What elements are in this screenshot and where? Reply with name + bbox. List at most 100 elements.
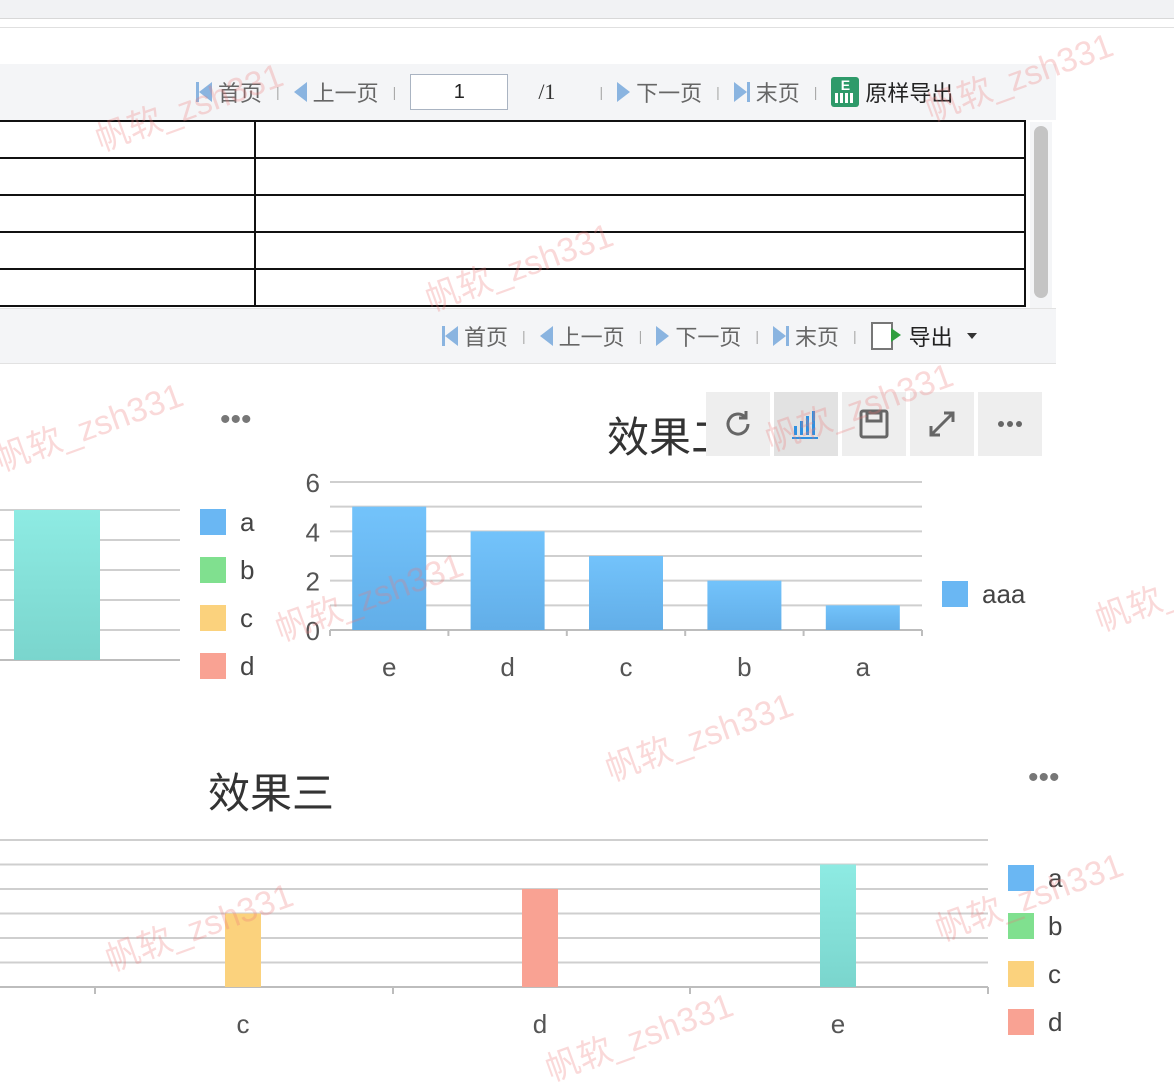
legend-swatch bbox=[200, 653, 226, 679]
save-icon bbox=[859, 409, 889, 439]
pager-toolbar-top: 首页 | 上一页 | /1 | 下一页 | 末页 | E 原样导出 bbox=[0, 64, 1056, 120]
watermark: 帆软_zsh331 bbox=[600, 686, 799, 790]
chart-two-toolbar bbox=[706, 392, 1042, 456]
table-row bbox=[0, 157, 1026, 196]
table-row bbox=[0, 231, 1026, 270]
export-as-is-label: 原样导出 bbox=[865, 81, 954, 106]
prev-page-label: 上一页 bbox=[558, 325, 625, 350]
last-page-icon bbox=[772, 326, 789, 346]
x-tick-label: e bbox=[831, 1009, 845, 1039]
chart-three-more-button[interactable]: ••• bbox=[1028, 763, 1060, 793]
x-tick-label: e bbox=[382, 652, 396, 682]
legend-swatch bbox=[1008, 913, 1034, 939]
first-page-button[interactable]: 首页 bbox=[442, 320, 508, 352]
legend-item-aaa[interactable]: aaa bbox=[942, 570, 1025, 618]
fullscreen-button[interactable] bbox=[910, 392, 974, 456]
prev-page-button[interactable]: 上一页 bbox=[539, 320, 625, 352]
save-image-button[interactable] bbox=[842, 392, 906, 456]
browser-top-strip bbox=[0, 0, 1174, 19]
report-grid bbox=[0, 120, 1028, 308]
legend-swatch bbox=[1008, 865, 1034, 891]
legend-swatch bbox=[1008, 961, 1034, 987]
legend-label: d bbox=[240, 650, 255, 681]
bar-a[interactable] bbox=[825, 605, 900, 630]
separator: | bbox=[522, 328, 526, 344]
x-tick-label: d bbox=[533, 1009, 547, 1039]
legend-item-c[interactable]: c bbox=[200, 594, 254, 642]
legend-label: c bbox=[1048, 958, 1061, 989]
chart-left-plot bbox=[0, 509, 180, 661]
bar-b[interactable] bbox=[707, 580, 782, 630]
bar-c[interactable] bbox=[589, 556, 663, 630]
y-tick-label: 6 bbox=[306, 468, 320, 498]
legend-item-d[interactable]: d bbox=[1008, 998, 1062, 1046]
scrollbar-thumb[interactable] bbox=[1034, 126, 1048, 298]
legend-item-c[interactable]: c bbox=[1008, 950, 1062, 998]
separator: | bbox=[276, 84, 280, 100]
chart-type-button[interactable] bbox=[774, 392, 838, 456]
legend-swatch bbox=[200, 509, 226, 535]
legend-item-b[interactable]: b bbox=[200, 546, 254, 594]
next-page-button[interactable]: 下一页 bbox=[617, 76, 702, 108]
refresh-button[interactable] bbox=[706, 392, 770, 456]
x-tick-label: c bbox=[237, 1009, 250, 1039]
more-options-button[interactable] bbox=[978, 392, 1042, 456]
legend-item-d[interactable]: d bbox=[200, 642, 254, 690]
vertical-scrollbar[interactable] bbox=[1030, 122, 1052, 308]
bar-e[interactable] bbox=[820, 864, 856, 988]
bar-c[interactable] bbox=[225, 913, 261, 988]
last-page-button[interactable]: 末页 bbox=[772, 320, 839, 352]
bar-e[interactable] bbox=[352, 506, 427, 630]
separator: | bbox=[716, 84, 720, 100]
legend-item-a[interactable]: a bbox=[200, 498, 254, 546]
chevron-down-icon bbox=[966, 333, 977, 339]
y-tick-label: 0 bbox=[306, 616, 320, 646]
separator: | bbox=[852, 328, 857, 344]
export-dropdown-button[interactable]: 导出 bbox=[870, 320, 977, 352]
last-page-button[interactable]: 末页 bbox=[733, 76, 800, 108]
more-icon bbox=[998, 421, 1022, 427]
chart-left-legend: abcd bbox=[200, 498, 254, 690]
legend-swatch bbox=[200, 605, 226, 631]
table-row bbox=[0, 268, 1026, 307]
first-page-icon bbox=[442, 326, 458, 346]
watermark: 帆软_zsh331 bbox=[0, 376, 189, 480]
chart-three-plot: c d e bbox=[0, 839, 989, 1039]
x-tick-label: d bbox=[500, 652, 514, 682]
export-label: 导出 bbox=[908, 325, 953, 350]
page-total: /1 bbox=[538, 79, 556, 104]
last-page-label: 末页 bbox=[794, 325, 839, 350]
separator: | bbox=[392, 84, 397, 100]
legend-label: a bbox=[240, 506, 255, 537]
bar-d[interactable] bbox=[522, 889, 558, 987]
last-page-icon bbox=[733, 82, 750, 102]
next-page-button[interactable]: 下一页 bbox=[656, 320, 741, 352]
next-page-icon bbox=[656, 326, 670, 346]
refresh-icon bbox=[726, 411, 750, 436]
page-number-input[interactable] bbox=[410, 74, 509, 110]
legend-item-b[interactable]: b bbox=[1008, 902, 1062, 950]
y-tick-label: 2 bbox=[306, 567, 320, 597]
first-page-label: 首页 bbox=[464, 325, 509, 350]
prev-page-icon bbox=[293, 82, 307, 102]
first-page-button[interactable]: 首页 bbox=[196, 76, 262, 108]
separator: | bbox=[599, 84, 604, 100]
separator: | bbox=[638, 328, 643, 344]
legend-label: aaa bbox=[982, 578, 1026, 609]
legend-item-a[interactable]: a bbox=[1008, 854, 1062, 902]
separator: | bbox=[755, 328, 759, 344]
table-row bbox=[0, 194, 1026, 233]
prev-page-button[interactable]: 上一页 bbox=[293, 76, 379, 108]
pager-toolbar-bottom: 首页 | 上一页 | 下一页 | 末页 | 导出 bbox=[0, 308, 1056, 364]
legend-label: d bbox=[1048, 1006, 1063, 1037]
table-row bbox=[0, 120, 1026, 159]
watermark: 帆软_zsh331 bbox=[1090, 536, 1174, 640]
bar-d[interactable] bbox=[470, 531, 545, 630]
chart-left-more-button[interactable]: ••• bbox=[220, 405, 252, 435]
export-as-is-button[interactable]: E 原样导出 bbox=[831, 76, 953, 108]
legend-label: b bbox=[240, 554, 255, 585]
bar-e[interactable] bbox=[14, 510, 100, 660]
prev-page-label: 上一页 bbox=[312, 81, 379, 106]
legend-label: a bbox=[1048, 862, 1063, 893]
last-page-label: 末页 bbox=[755, 81, 800, 106]
